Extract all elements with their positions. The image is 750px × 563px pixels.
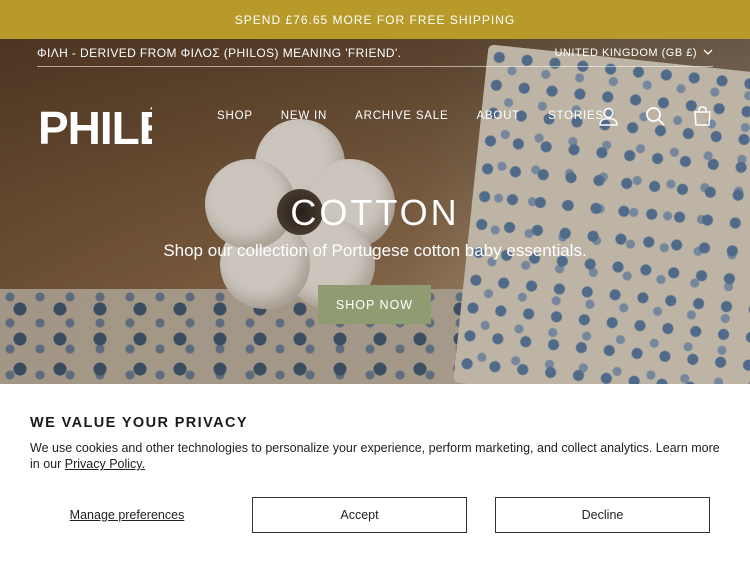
header-icons [597, 105, 714, 128]
privacy-banner: WE VALUE YOUR PRIVACY We use cookies and… [0, 384, 750, 563]
top-bar: ΦΙΛΗ - DERIVED FROM ΦΙΛΟΣ (PHILOS) MEANI… [37, 39, 713, 67]
chevron-down-icon [703, 49, 713, 55]
hero-subtitle: Shop our collection of Portugese cotton … [163, 241, 587, 260]
nav-item-archive-sale[interactable]: ARCHIVE SALE [355, 110, 448, 122]
account-icon[interactable] [597, 105, 620, 128]
shop-now-button[interactable]: SHOP NOW [318, 285, 431, 324]
announcement-bar: SPEND £76.65 MORE FOR FREE SHIPPING [0, 0, 750, 39]
nav-item-shop[interactable]: SHOP [217, 110, 253, 122]
region-label: UNITED KINGDOM (GB £) [554, 46, 697, 59]
decline-button[interactable]: Decline [495, 497, 710, 533]
nav-item-about[interactable]: ABOUT [476, 110, 520, 122]
privacy-policy-link[interactable]: Privacy Policy. [65, 457, 145, 471]
accept-button[interactable]: Accept [252, 497, 467, 533]
logo-text: PHILÉ [38, 102, 152, 145]
cart-icon[interactable] [691, 105, 714, 128]
announcement-text: SPEND £76.65 MORE FOR FREE SHIPPING [234, 12, 516, 27]
region-selector[interactable]: UNITED KINGDOM (GB £) [554, 47, 713, 59]
privacy-heading: WE VALUE YOUR PRIVACY [30, 415, 248, 431]
hero-title: COTTON [290, 192, 460, 233]
tagline: ΦΙΛΗ - DERIVED FROM ΦΙΛΟΣ (PHILOS) MEANI… [37, 45, 402, 60]
nav-item-stories[interactable]: STORIES [548, 110, 604, 122]
nav-item-new-in[interactable]: NEW IN [281, 110, 327, 122]
privacy-text: We use cookies and other technologies to… [30, 440, 730, 472]
brand-logo[interactable]: PHILÉ [38, 89, 169, 154]
manage-preferences-button[interactable]: Manage preferences [30, 497, 224, 533]
main-nav: SHOP NEW IN ARCHIVE SALE ABOUT STORIES [217, 110, 604, 122]
search-icon[interactable] [644, 105, 667, 128]
